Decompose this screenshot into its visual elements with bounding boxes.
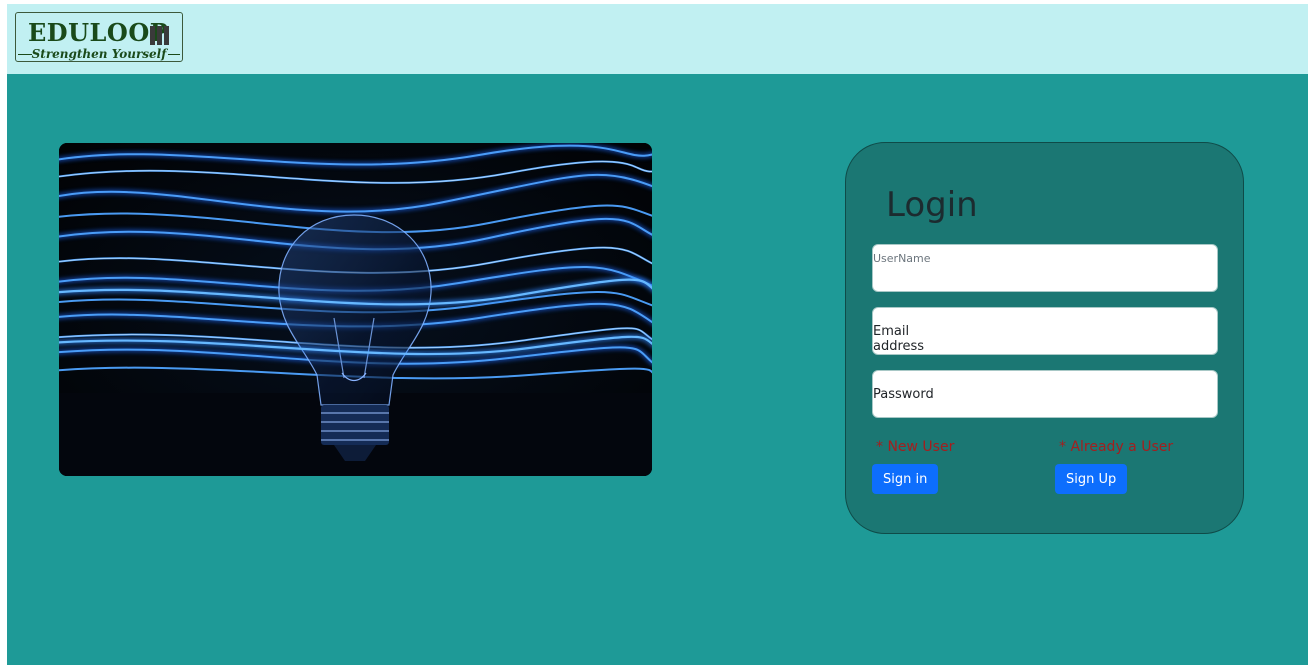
login-title: Login bbox=[886, 185, 978, 225]
username-input[interactable] bbox=[872, 244, 1218, 292]
login-card: Login UserName Email address Password * … bbox=[845, 142, 1244, 534]
brand-tagline: Strengthen Yourself bbox=[31, 47, 167, 61]
sign-in-button[interactable]: Sign in bbox=[872, 464, 939, 494]
brand-logo[interactable]: EDULOOP Strengthen Yourself bbox=[15, 12, 183, 62]
new-user-note: * New User bbox=[876, 439, 955, 455]
hero-image-lightbulb bbox=[59, 143, 652, 476]
top-navbar: EDULOOP Strengthen Yourself bbox=[7, 4, 1308, 74]
existing-user-note: * Already a User bbox=[1059, 439, 1174, 455]
sign-up-button[interactable]: Sign Up bbox=[1055, 464, 1128, 494]
email-input[interactable] bbox=[872, 307, 1218, 355]
brand-name: EDULOOP bbox=[28, 18, 169, 47]
tagline-rule-right bbox=[168, 54, 180, 55]
barcode-icon bbox=[150, 26, 170, 45]
lightbulb-light-streaks-image bbox=[59, 143, 652, 476]
page-frame: EDULOOP Strengthen Yourself Login UserNa… bbox=[7, 4, 1308, 665]
password-input[interactable] bbox=[872, 370, 1218, 418]
